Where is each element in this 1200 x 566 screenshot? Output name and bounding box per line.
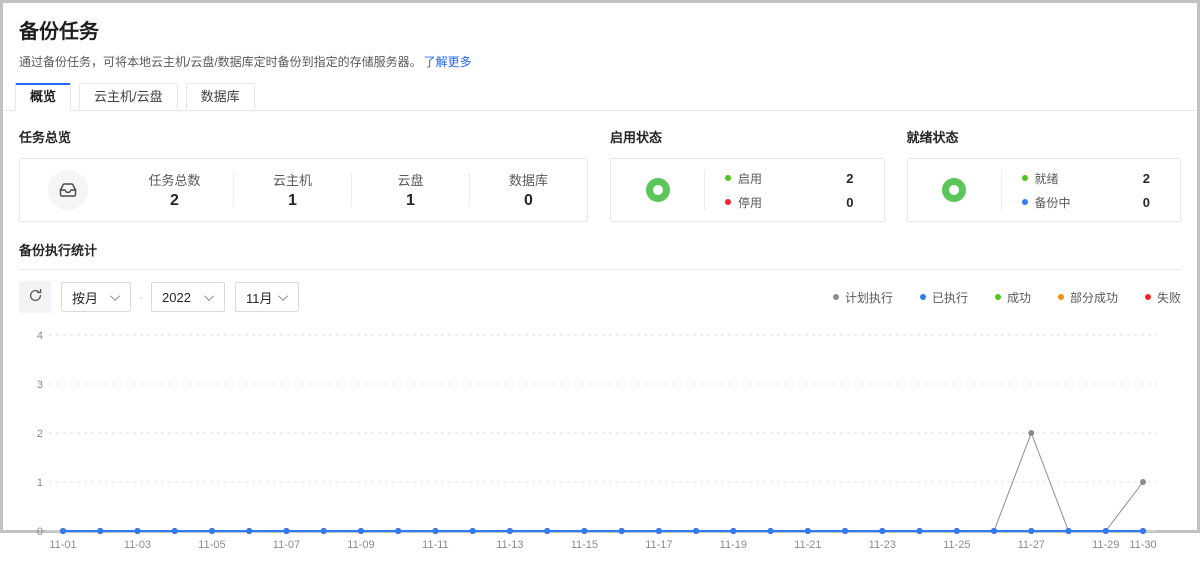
legend-item-failed[interactable]: 失败 (1145, 289, 1181, 306)
svg-text:11-09: 11-09 (347, 539, 374, 551)
legend-dot (1145, 294, 1151, 300)
svg-text:1: 1 (37, 477, 43, 489)
legend-item-partial-success[interactable]: 部分成功 (1058, 289, 1118, 306)
enable-status-section: 启用状态 启用 2 停用 0 (610, 127, 885, 222)
tab-host-disk[interactable]: 云主机/云盘 (79, 83, 178, 111)
chart-controls: 按月 - 2022 11月 计划执行 已执行 成功 (19, 281, 1181, 313)
exec-stats-title: 备份执行统计 (19, 240, 1181, 259)
inbox-icon (48, 170, 88, 210)
page-header: 备份任务 通过备份任务，可将本地云主机/云盘/数据库定时备份到指定的存储服务器。… (3, 3, 1197, 70)
ready-status-title: 就绪状态 (907, 127, 1182, 146)
legend-dot (995, 294, 1001, 300)
tab-overview[interactable]: 概览 (15, 83, 71, 111)
svg-text:11-23: 11-23 (869, 539, 896, 551)
stat-total-tasks: 任务总数 2 (116, 170, 233, 210)
svg-text:11-17: 11-17 (645, 539, 672, 551)
legend-item-executed[interactable]: 已执行 (920, 289, 968, 306)
stat-label: 云主机 (234, 170, 351, 189)
range-separator: - (139, 290, 143, 304)
line-chart-canvas: 0 1 2 3 4 11-01 11-03 11-05 11-07 11-09 11-11 11-13… (19, 319, 1187, 561)
svg-text:0: 0 (37, 526, 43, 538)
stat-database: 数据库 0 (470, 170, 587, 210)
svg-text:11-30: 11-30 (1129, 539, 1156, 551)
month-select[interactable]: 11月 (235, 282, 299, 312)
page-title: 备份任务 (19, 15, 1181, 44)
tab-database[interactable]: 数据库 (186, 83, 255, 111)
enable-status-donut (646, 178, 670, 202)
backup-task-page: { "page": { "title": "备份任务", "subtitle":… (0, 0, 1200, 533)
task-overview-title: 任务总览 (19, 127, 588, 146)
stat-value: 1 (352, 192, 469, 210)
stat-value: 1 (234, 192, 351, 210)
legend-dot (1058, 294, 1064, 300)
task-overview-card: 任务总数 2 云主机 1 云盘 1 数据库 0 (19, 158, 588, 222)
enable-status-card: 启用 2 停用 0 (610, 158, 885, 222)
ready-status-card: 就绪 2 备份中 0 (907, 158, 1182, 222)
stat-label: 任务总数 (116, 170, 233, 189)
legend-row-disabled: 停用 0 (725, 194, 853, 211)
year-select[interactable]: 2022 (151, 282, 225, 312)
learn-more-link[interactable]: 了解更多 (424, 55, 472, 69)
stat-label: 数据库 (470, 170, 587, 189)
svg-text:11-07: 11-07 (273, 539, 300, 551)
period-select[interactable]: 按月 (61, 282, 131, 312)
page-content: 任务总览 任务总数 2 云主机 1 (3, 127, 1197, 566)
svg-text:11-11: 11-11 (422, 539, 449, 551)
stat-value: 2 (116, 192, 233, 210)
legend-item-planned[interactable]: 计划执行 (833, 289, 893, 306)
status-dot (725, 175, 731, 181)
svg-text:11-27: 11-27 (1018, 539, 1045, 551)
refresh-icon (28, 288, 43, 306)
legend-dot (833, 294, 839, 300)
legend-row-ready: 就绪 2 (1022, 170, 1150, 187)
refresh-button[interactable] (19, 281, 51, 313)
summary-row: 任务总览 任务总数 2 云主机 1 (19, 127, 1181, 222)
stat-label: 云盘 (352, 170, 469, 189)
status-dot (1022, 199, 1028, 205)
svg-text:11-29: 11-29 (1092, 539, 1119, 551)
stat-cloud-disk: 云盘 1 (352, 170, 469, 210)
svg-text:11-19: 11-19 (720, 539, 747, 551)
svg-text:11-03: 11-03 (124, 539, 151, 551)
legend-dot (920, 294, 926, 300)
status-dot (1022, 175, 1028, 181)
legend-row-enabled: 启用 2 (725, 170, 853, 187)
svg-text:4: 4 (37, 330, 43, 342)
chevron-down-icon (110, 291, 120, 301)
legend-item-success[interactable]: 成功 (995, 289, 1031, 306)
ready-status-section: 就绪状态 就绪 2 备份中 0 (907, 127, 1182, 222)
enable-status-title: 启用状态 (610, 127, 885, 146)
svg-text:11-05: 11-05 (198, 539, 225, 551)
stat-cloud-host: 云主机 1 (234, 170, 351, 210)
svg-text:11-25: 11-25 (943, 539, 970, 551)
section-divider (19, 269, 1181, 270)
task-overview-section: 任务总览 任务总数 2 云主机 1 (19, 127, 588, 222)
status-dot (725, 199, 731, 205)
backup-execution-chart: 0 1 2 3 4 11-01 11-03 11-05 11-07 11-09 11-11 11-13… (19, 319, 1181, 566)
svg-text:2: 2 (37, 428, 43, 440)
chevron-down-icon (278, 291, 288, 301)
svg-text:11-01: 11-01 (49, 539, 76, 551)
tab-bar: 概览 云主机/云盘 数据库 (3, 83, 1197, 111)
page-subtitle: 通过备份任务，可将本地云主机/云盘/数据库定时备份到指定的存储服务器。了解更多 (19, 53, 1181, 70)
svg-text:11-21: 11-21 (794, 539, 821, 551)
svg-text:3: 3 (37, 379, 43, 391)
legend-row-backing-up: 备份中 0 (1022, 194, 1150, 211)
stat-value: 0 (470, 192, 587, 210)
chart-legend: 计划执行 已执行 成功 部分成功 失败 (833, 289, 1181, 306)
page-subtitle-text: 通过备份任务，可将本地云主机/云盘/数据库定时备份到指定的存储服务器。 (19, 55, 422, 69)
svg-text:11-15: 11-15 (571, 539, 598, 551)
ready-status-donut (942, 178, 966, 202)
chevron-down-icon (204, 291, 214, 301)
svg-text:11-13: 11-13 (496, 539, 523, 551)
